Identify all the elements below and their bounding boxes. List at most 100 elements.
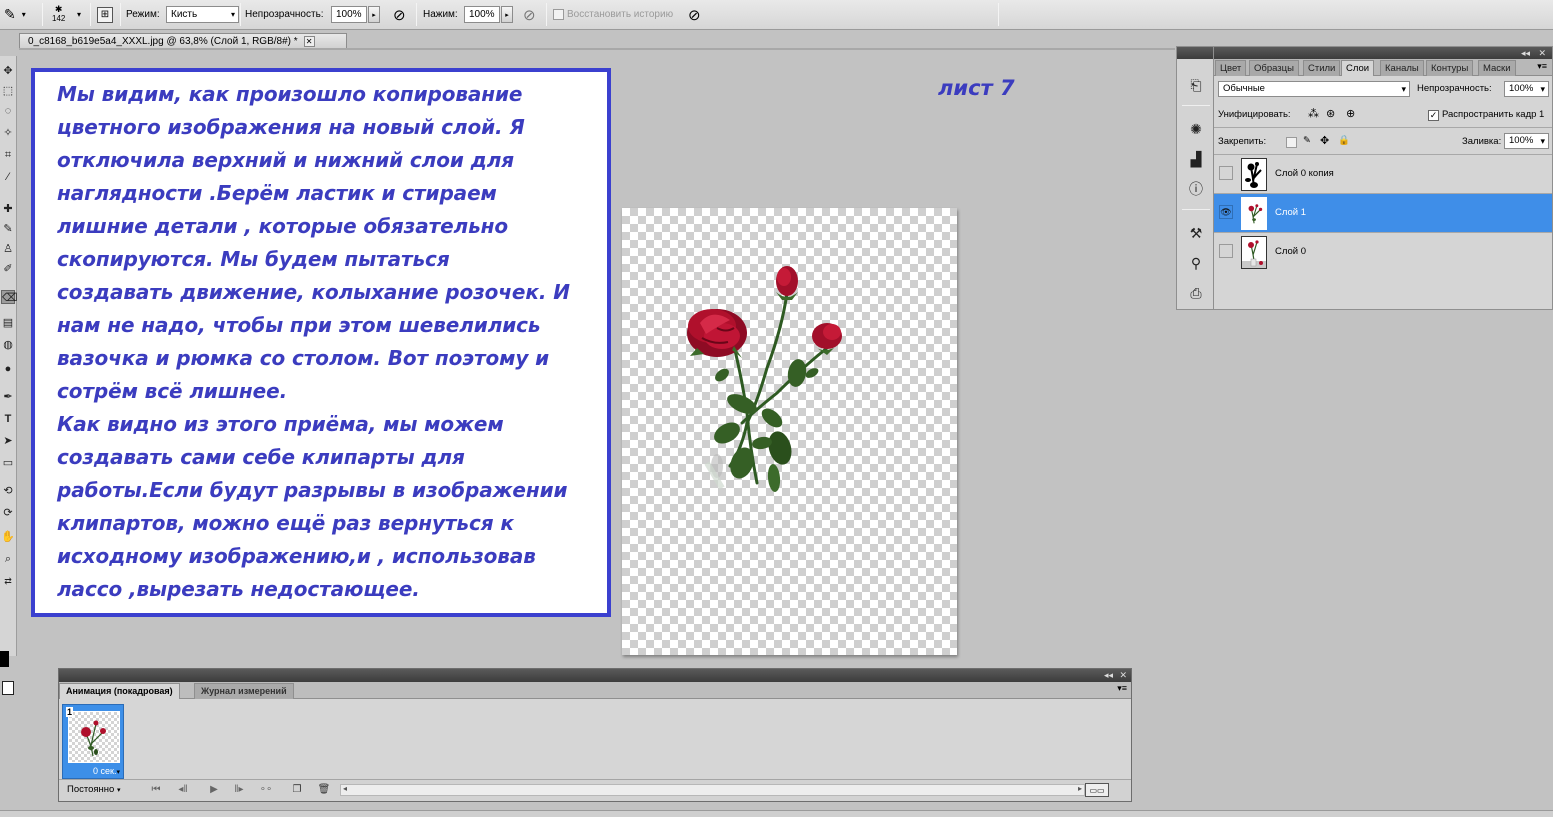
info-panel-icon[interactable]: ⓘ — [1186, 179, 1206, 199]
tab-layers[interactable]: Слои — [1341, 60, 1375, 76]
document-canvas[interactable] — [622, 208, 957, 655]
tab-paths[interactable]: Контуры — [1426, 60, 1474, 76]
clone-source-panel-icon[interactable]: ⚲ — [1186, 253, 1206, 273]
unify-position-icon[interactable]: ⁂ — [1308, 107, 1319, 120]
tab-masks[interactable]: Маски — [1478, 60, 1516, 76]
tween-icon[interactable]: ∘∘ — [259, 783, 273, 797]
brush-tool-icon[interactable]: ✎ ▾ — [4, 0, 26, 29]
fill-input[interactable]: 100% — [1504, 133, 1549, 149]
note-line: создавать сами себе клипарты для — [57, 445, 465, 469]
blend-mode-select[interactable]: Обычные — [1218, 81, 1410, 97]
tablet-pressure-size-icon[interactable]: ⊘ — [688, 0, 701, 29]
brush-preset-picker[interactable]: ✱ 142 — [52, 0, 65, 29]
close-panel-icon[interactable]: ✕ — [1119, 669, 1127, 682]
quick-mask-icon[interactable] — [2, 681, 14, 695]
lock-transparency-icon[interactable] — [1286, 137, 1297, 148]
panel-menu-icon[interactable]: ▾≡ — [1117, 683, 1127, 694]
document-tab[interactable]: 0_c8168_b619e5a4_XXXL.jpg @ 63,8% (Слой … — [19, 33, 347, 49]
foreground-color-swatch[interactable] — [0, 651, 9, 667]
delete-frame-icon[interactable]: 🗑 — [317, 783, 331, 797]
frames-scrollbar[interactable]: ◂ ▸ — [340, 784, 1085, 796]
brush-presets-panel-icon[interactable]: ⚒ — [1186, 223, 1206, 243]
navigator-panel-icon[interactable]: ✺ — [1186, 119, 1206, 139]
marquee-tool-icon[interactable]: ⬚ — [1, 84, 15, 98]
layer-row[interactable]: Слой 0 копия — [1214, 154, 1552, 193]
hand-tool-icon[interactable]: ✋ — [1, 530, 15, 544]
type-tool-icon[interactable]: T — [1, 412, 15, 426]
next-frame-icon[interactable]: ‖▸ — [232, 783, 246, 797]
eraser-tool-icon[interactable]: ⌫ — [1, 290, 18, 304]
quick-selection-tool-icon[interactable]: ✧ — [1, 126, 15, 140]
close-document-icon[interactable]: ✕ — [303, 36, 315, 47]
first-frame-icon[interactable]: ⏮ — [149, 783, 163, 797]
zoom-tool-icon[interactable]: ⌕ — [1, 552, 15, 566]
brush-dropdown-icon[interactable]: ▾ — [77, 0, 81, 29]
collapse-panel-icon[interactable]: ◂◂ — [1104, 669, 1113, 682]
lock-position-icon[interactable]: ✥ — [1320, 134, 1329, 147]
layer-visibility-toggle[interactable] — [1219, 166, 1233, 180]
healing-brush-tool-icon[interactable]: ✚ — [1, 202, 15, 216]
swap-colors-icon[interactable]: ⇄ — [1, 574, 15, 588]
tab-channels[interactable]: Каналы — [1380, 60, 1424, 76]
clone-stamp-tool-icon[interactable]: ♙ — [1, 242, 15, 256]
history-brush-tool-icon[interactable]: ✐ — [1, 262, 15, 276]
move-tool-icon[interactable]: ✥ — [1, 64, 15, 78]
tab-animation[interactable]: Анимация (покадровая) — [59, 683, 180, 699]
tab-styles[interactable]: Стили — [1303, 60, 1341, 76]
airbrush-icon[interactable]: ⊘ — [523, 0, 536, 29]
animation-frame[interactable]: 1 0 сек.▾ — [62, 704, 124, 779]
mode-select[interactable]: Кисть ▾ — [166, 6, 239, 23]
close-panel-icon[interactable]: ✕ — [1538, 47, 1546, 59]
brush-tool-icon[interactable]: ✎ — [1, 222, 15, 236]
propagate-frame-checkbox[interactable] — [1428, 110, 1439, 121]
frame-delay[interactable]: 0 сек.▾ — [93, 766, 120, 776]
layer-row[interactable]: Слой 0 — [1214, 232, 1552, 271]
frame-number: 1 — [66, 707, 74, 717]
tab-swatches[interactable]: Образцы — [1249, 60, 1299, 76]
opacity-input[interactable]: 100% — [331, 6, 367, 23]
histogram-panel-icon[interactable]: ▟ — [1186, 149, 1206, 169]
dodge-tool-icon[interactable]: ● — [1, 362, 15, 376]
options-bar: ✎ ▾ ✱ 142 ▾ ⊞ Режим: Кисть ▾ Непрозрачност… — [0, 0, 1553, 30]
tab-measurement-log[interactable]: Журнал измерений — [194, 683, 294, 699]
lock-all-icon[interactable]: 🔒 — [1338, 135, 1350, 146]
tool-presets-panel-icon[interactable]: ⎙ — [1186, 283, 1206, 303]
flow-slider-button[interactable]: ▸ — [501, 6, 513, 23]
lock-pixels-icon[interactable]: ✎ — [1303, 135, 1311, 146]
collapse-panel-icon[interactable]: ◂◂ — [1521, 47, 1530, 59]
convert-to-timeline-icon[interactable]: ▭▭ — [1085, 783, 1109, 797]
lasso-tool-icon[interactable]: ◌ — [1, 104, 15, 118]
lock-label: Закрепить: — [1218, 136, 1267, 147]
eyedropper-tool-icon[interactable]: ⁄ — [1, 170, 15, 184]
tablet-pressure-opacity-icon[interactable]: ⊘ — [393, 0, 406, 29]
brush-panel-toggle-icon[interactable]: ⊞ — [97, 0, 113, 29]
blur-tool-icon[interactable]: ◍ — [1, 338, 15, 352]
unify-style-icon[interactable]: ⊕ — [1346, 107, 1355, 120]
layer-opacity-input[interactable]: 100% — [1504, 81, 1549, 97]
opacity-slider-button[interactable]: ▸ — [368, 6, 380, 23]
tab-color[interactable]: Цвет — [1215, 60, 1247, 76]
note-line: работы.Если будут разрывы в изображении — [57, 478, 568, 502]
shape-tool-icon[interactable]: ▭ — [1, 456, 15, 470]
workspace-background — [1176, 310, 1553, 817]
previous-frame-icon[interactable]: ◂‖ — [176, 783, 190, 797]
crop-tool-icon[interactable]: ⌗ — [1, 148, 15, 162]
layer-visibility-toggle[interactable] — [1219, 244, 1233, 258]
unify-visibility-icon[interactable]: ⊛ — [1326, 107, 1335, 120]
history-panel-icon[interactable]: ⎗ — [1186, 75, 1206, 95]
note-line: лассо ,вырезать недостающее. — [57, 577, 420, 601]
gradient-tool-icon[interactable]: ▤ — [1, 316, 15, 330]
3d-orbit-tool-icon[interactable]: ⟳ — [1, 506, 15, 520]
layer-row-selected[interactable]: 👁 Слой 1 — [1214, 193, 1552, 232]
play-icon[interactable]: ▶ — [207, 783, 221, 797]
status-strip — [0, 810, 1553, 817]
duplicate-frame-icon[interactable]: ❐ — [290, 783, 304, 797]
loop-select[interactable]: Постоянно ▾ — [67, 783, 120, 797]
restore-history-checkbox[interactable] — [553, 9, 564, 20]
panel-menu-icon[interactable]: ▾≡ — [1537, 61, 1547, 72]
path-selection-tool-icon[interactable]: ➤ — [1, 434, 15, 448]
pen-tool-icon[interactable]: ✒ — [1, 390, 15, 404]
layer-visibility-eye-icon[interactable]: 👁 — [1219, 205, 1233, 219]
flow-input[interactable]: 100% — [464, 6, 500, 23]
3d-rotate-tool-icon[interactable]: ⟲ — [1, 484, 15, 498]
